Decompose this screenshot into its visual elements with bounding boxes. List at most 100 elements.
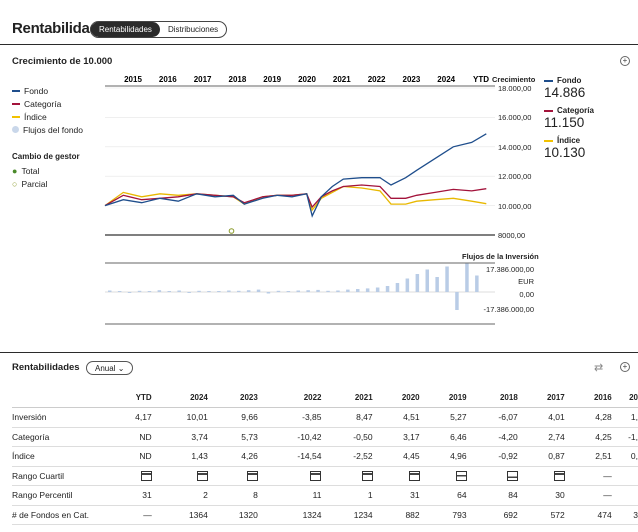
flow-bar [375, 287, 380, 292]
table-cell: 4,01 [517, 407, 565, 428]
table-cell: 1320 [207, 505, 258, 525]
table-cell: 3 [611, 505, 638, 525]
table-cell: 30 [517, 485, 565, 506]
flow-bar [405, 278, 410, 292]
expand-icon[interactable]: + [620, 362, 630, 372]
column-header: YTD [108, 388, 152, 408]
table-cell: -14,54 [257, 446, 322, 467]
year-label: 2015 [124, 75, 142, 84]
year-label: 2019 [263, 75, 281, 84]
expand-icon[interactable]: + [620, 56, 630, 66]
divider [0, 44, 638, 45]
flow-bar [157, 290, 162, 292]
flow-bar [296, 290, 300, 292]
table-cell: 1 [321, 485, 373, 506]
table-cell: -2,52 [321, 446, 373, 467]
quartile-icon [408, 471, 420, 482]
year-label: 2022 [368, 75, 386, 84]
returns-title: Rentabilidades [12, 362, 80, 373]
flow-bar [455, 292, 459, 310]
quartile-icon [455, 471, 467, 482]
flow-bar [385, 286, 390, 292]
table-cell: 4,17 [108, 407, 152, 428]
flow-bar [147, 291, 152, 292]
right-legend-name: Categoría [557, 106, 594, 115]
year-label: 2018 [229, 75, 247, 84]
table-cell [611, 485, 638, 506]
table-row: Rango Percentil 31 2 8 11 1 31 64 84 30— [12, 485, 638, 506]
table-cell: -1, [611, 427, 638, 447]
table-cell: 1, [611, 407, 638, 428]
table-row: Índice ND 1,43 4,26 -14,54 -2,52 4,45 4,96 -0,92… [12, 446, 638, 467]
line-swatch-icon [544, 139, 553, 142]
column-header: 2023 [207, 388, 258, 408]
flow-tick-label: EUR [518, 277, 534, 286]
row-label: Inversión [12, 407, 108, 428]
flow-bar [187, 292, 191, 293]
tab-distribuciones[interactable]: Distribuciones [160, 22, 226, 37]
quartile-icon [310, 471, 322, 482]
y-tick-label: 10.000,00 [498, 201, 532, 211]
year-label: 2017 [194, 75, 212, 84]
right-legend-item: Fondo 14.886 [544, 76, 594, 100]
table-cell [151, 466, 208, 486]
year-label: 2021 [333, 75, 351, 84]
table-cell: 4,51 [372, 407, 420, 428]
table-cell: 572 [517, 505, 565, 525]
table-cell: 3,74 [151, 427, 208, 447]
swap-icon[interactable]: ⇄ [594, 361, 603, 374]
table-cell [257, 466, 322, 486]
y-tick-label: 16.000,00 [498, 113, 532, 123]
table-cell: 4,45 [372, 446, 420, 467]
table-cell: 6,46 [419, 427, 467, 447]
column-header: 2018 [466, 388, 518, 408]
period-select[interactable]: Anual ⌄ [86, 361, 134, 375]
table-cell: 31 [372, 485, 420, 506]
table-cell: 31 [108, 485, 152, 506]
returns-table: YTD 2024 2023 2022 2021 2020 2019 2018 2017 2016 2… [12, 388, 638, 525]
table-cell: 793 [419, 505, 467, 525]
right-legend-value: 11.150 [544, 115, 585, 130]
growth-chart: 2015 2016 2017 2018 2019 2020 2021 2022 2023 2024… [104, 75, 495, 325]
line-swatch-icon [544, 109, 553, 112]
year-label: 2023 [403, 75, 421, 84]
tab-rentabilidades[interactable]: Rentabilidades [91, 22, 160, 37]
table-cell: -4,20 [466, 427, 518, 447]
table-cell: 4,26 [207, 446, 258, 467]
row-label-header [12, 388, 108, 408]
flow-bar [117, 291, 122, 292]
right-legend: Fondo 14.886 Categoría 11.150 Índice 10.130 [544, 76, 594, 166]
y-tick-label: 8000,00 [498, 231, 526, 240]
column-header: 2024 [151, 388, 208, 408]
column-header: 20 [611, 388, 638, 408]
flow-bar [475, 275, 479, 292]
page-title: Rentabilidad [12, 20, 99, 37]
column-header: 2022 [257, 388, 322, 408]
right-legend-label: Fondo [544, 76, 594, 85]
flow-tick-label: -17.386.000,00 [483, 305, 534, 314]
flow-bar [336, 290, 340, 292]
column-header: 2019 [419, 388, 467, 408]
flow-bar [445, 266, 449, 292]
y-tick-label: 14.000,00 [498, 142, 532, 152]
flow-bar [435, 277, 439, 292]
year-label: 2016 [159, 75, 177, 84]
table-cell: — [108, 505, 152, 525]
year-label: 2024 [437, 75, 455, 84]
column-header: 2016 [564, 388, 612, 408]
flow-tick-label: 17.386.000,00 [486, 265, 534, 274]
flow-bar [227, 290, 231, 292]
flow-tick-label: 0,00 [519, 290, 534, 299]
flow-bar [395, 283, 400, 292]
axis-title: Crecimiento [492, 75, 536, 84]
flow-bar [207, 291, 211, 292]
table-cell [108, 466, 152, 486]
table-cell: 1,43 [151, 446, 208, 467]
flow-bar [256, 289, 261, 292]
table-cell [321, 466, 373, 486]
table-cell: 1364 [151, 505, 208, 525]
table-cell [611, 466, 638, 486]
row-label: Índice [12, 446, 108, 467]
right-legend-name: Fondo [557, 76, 582, 85]
flow-bar [108, 290, 112, 292]
